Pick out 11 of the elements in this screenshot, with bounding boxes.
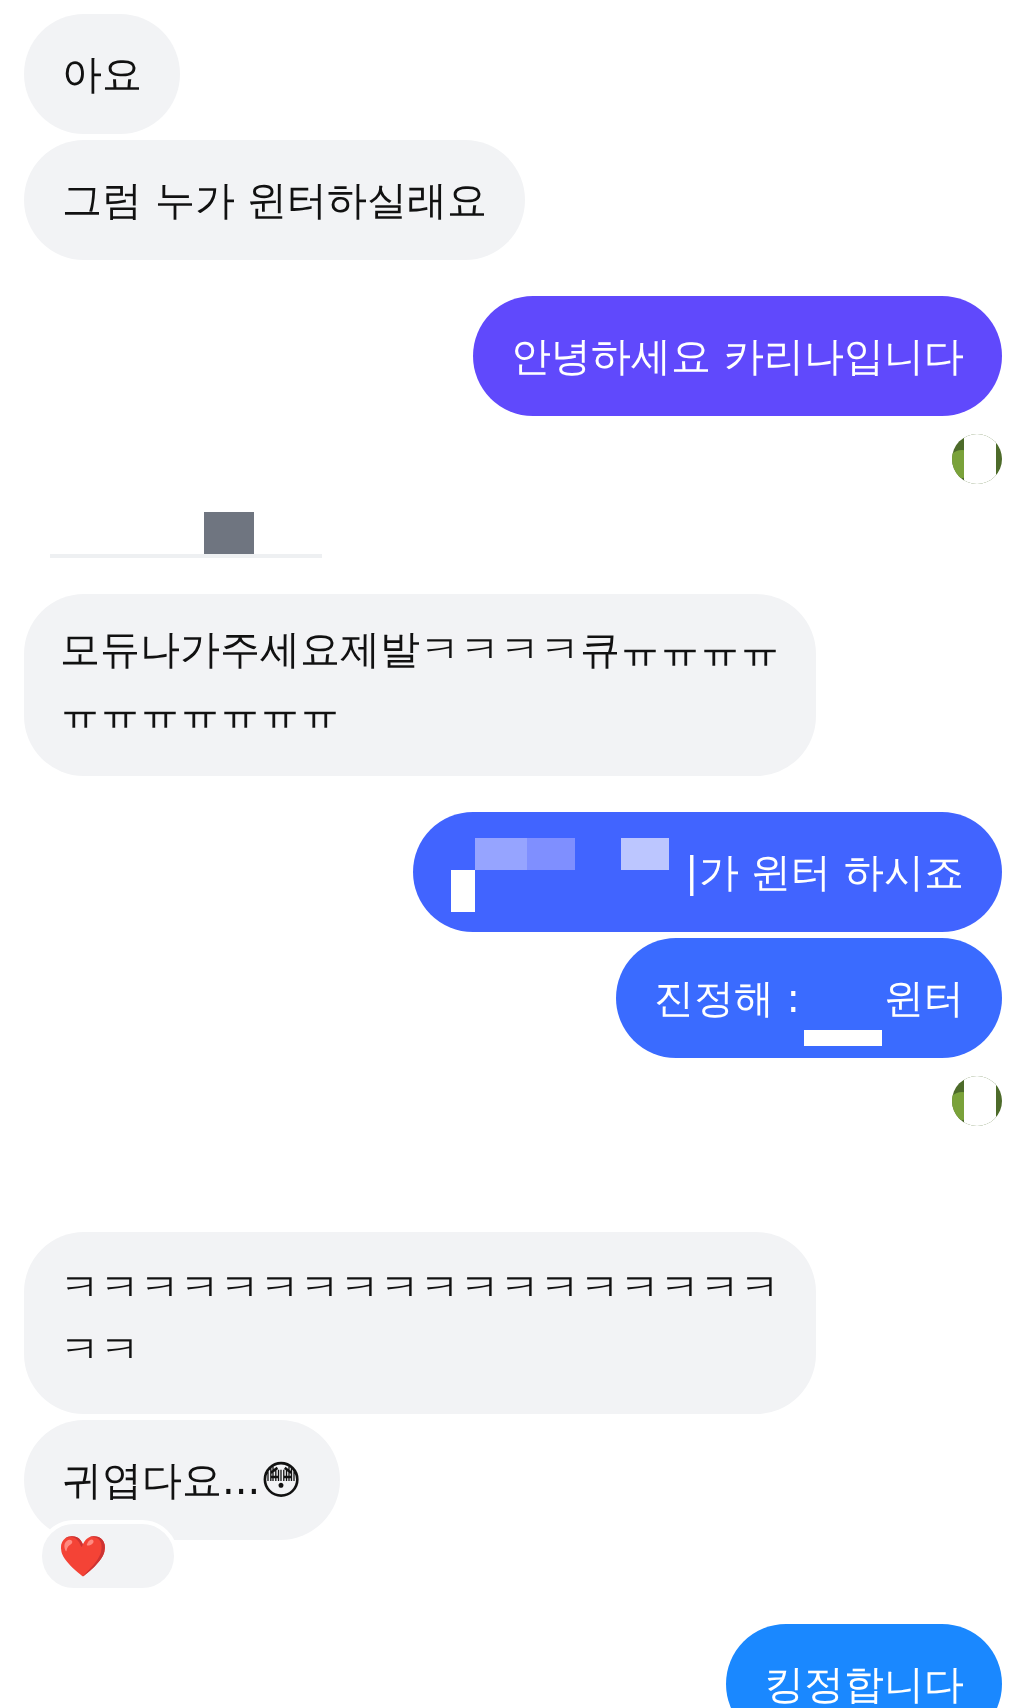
redaction-block <box>204 512 254 554</box>
received-message: ㅋㅋㅋㅋㅋㅋㅋㅋㅋㅋㅋㅋㅋㅋㅋㅋㅋㅋ ㅋㅋ <box>24 1232 816 1414</box>
sent-message: |가 윈터 하시죠 <box>413 812 1002 932</box>
avatar <box>952 434 1002 484</box>
avatar <box>952 1076 1002 1126</box>
sent-message: 진정해 : 윈터 <box>615 938 1002 1058</box>
sent-message: 안녕하세요 카리나입니다 <box>473 296 1002 416</box>
received-message: 그럼 누가 윈터하실래요 <box>24 140 526 260</box>
received-message: 모듀나가주세요제발ㅋㅋㅋㅋ큐ㅠㅠㅠㅠ ㅠㅠㅠㅠㅠㅠㅠ <box>24 594 816 776</box>
sent-message: 킹정합니다 <box>726 1624 1002 1708</box>
received-message: 아요 <box>24 14 180 134</box>
